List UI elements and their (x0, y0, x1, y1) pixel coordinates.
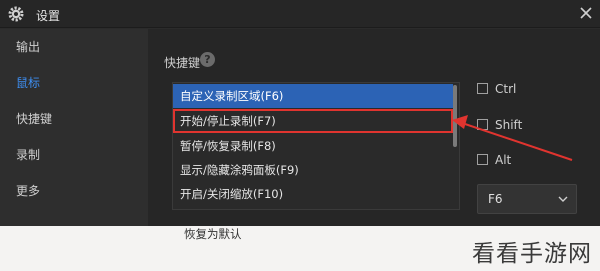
title-bar: 设置 (0, 0, 600, 28)
sidebar-item-label: 输出 (16, 40, 41, 54)
sidebar-item-more[interactable]: 更多 (0, 173, 148, 209)
key-select[interactable]: F6 (477, 184, 577, 214)
list-item-label: 暂停/恢复录制(F8) (180, 139, 276, 153)
restore-defaults-button[interactable]: 恢复为默认 (184, 226, 242, 241)
sidebar-item-output[interactable]: 输出 (0, 29, 148, 65)
list-item-label: 显示/隐藏涂鸦面板(F9) (180, 163, 299, 177)
close-icon[interactable] (578, 5, 594, 21)
sidebar-item-label: 更多 (16, 184, 41, 198)
sidebar-item-record[interactable]: 录制 (0, 137, 148, 173)
window-title: 设置 (36, 9, 61, 23)
list-item[interactable]: 开启/关闭缩放(F10) (173, 182, 453, 206)
list-item[interactable]: 开始/停止录制(F7) (173, 109, 453, 133)
checkbox-box[interactable] (477, 119, 488, 130)
scrollbar-thumb[interactable] (453, 85, 457, 147)
sidebar-item-label: 鼠标 (16, 76, 41, 90)
section-title: 快捷键 (164, 56, 201, 70)
sidebar-item-label: 快捷键 (16, 112, 53, 126)
question-mark-icon[interactable]: ? (200, 52, 215, 67)
checkbox-label: Shift (495, 118, 523, 132)
checkbox-box[interactable] (477, 154, 488, 165)
watermark: 看看手游网 (472, 241, 592, 267)
sidebar-item-mouse[interactable]: 鼠标 (0, 65, 148, 101)
checkbox-box[interactable] (477, 83, 488, 94)
list-item-label: 开启/关闭缩放(F10) (180, 187, 284, 201)
list-item-label: 开始/停止录制(F7) (180, 114, 276, 128)
key-select-value: F6 (488, 192, 503, 206)
checkbox-label: Alt (495, 153, 512, 167)
shortcut-action-list[interactable]: 自定义录制区域(F6) 开始/停止录制(F7) 暂停/恢复录制(F8) 显示/隐… (172, 82, 460, 210)
checkbox-label: Ctrl (495, 82, 517, 96)
chevron-down-icon (558, 196, 568, 202)
sidebar-item-label: 录制 (16, 148, 41, 162)
gear-icon (8, 6, 24, 22)
sidebar-item-shortcuts[interactable]: 快捷键 (0, 101, 148, 137)
list-item[interactable]: 暂停/恢复录制(F8) (173, 134, 453, 158)
list-item[interactable]: 自定义录制区域(F6) (173, 84, 453, 108)
list-item-label: 自定义录制区域(F6) (180, 89, 284, 103)
list-item[interactable]: 显示/隐藏涂鸦面板(F9) (173, 158, 453, 182)
